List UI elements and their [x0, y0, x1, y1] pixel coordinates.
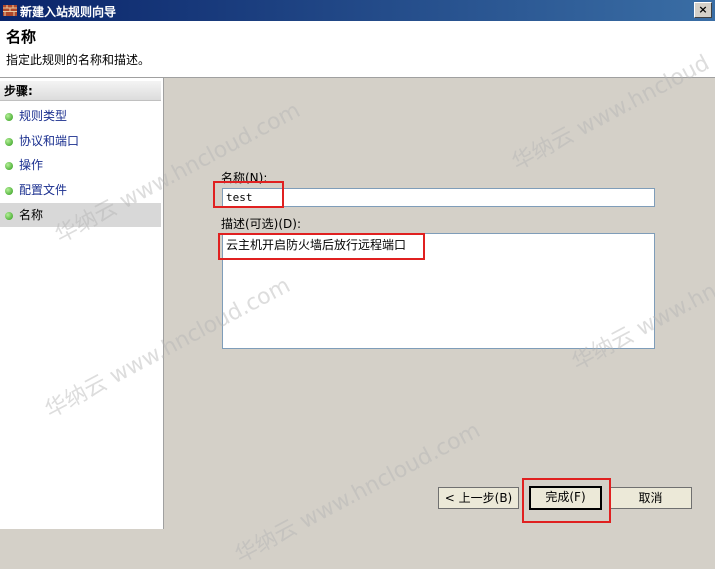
- steps-title: 步骤:: [0, 81, 161, 101]
- step-label: 协议和端口: [19, 134, 80, 148]
- step-dot-icon: [5, 138, 13, 146]
- steps-sidebar: 步骤: 规则类型 协议和端口 操作 配置文件 名称: [0, 78, 164, 529]
- back-button[interactable]: < 上一步(B): [438, 487, 519, 509]
- step-dot-icon: [5, 212, 13, 220]
- description-textarea[interactable]: 云主机开启防火墙后放行远程端口: [222, 233, 655, 349]
- step-profile[interactable]: 配置文件: [0, 178, 161, 202]
- wizard-header: 名称 指定此规则的名称和描述。: [0, 21, 715, 78]
- step-label: 操作: [19, 158, 44, 172]
- name-input[interactable]: test: [222, 188, 655, 207]
- step-dot-icon: [5, 187, 13, 195]
- cancel-button[interactable]: 取消: [609, 487, 692, 509]
- step-label: 名称: [19, 208, 44, 222]
- firewall-icon: [3, 5, 17, 16]
- step-action[interactable]: 操作: [0, 153, 161, 177]
- title-bar: 新建入站规则向导 ×: [0, 0, 715, 21]
- step-rule-type[interactable]: 规则类型: [0, 104, 161, 128]
- finish-button[interactable]: 完成(F): [529, 486, 602, 510]
- name-label: 名称(N):: [221, 171, 268, 185]
- close-button[interactable]: ×: [694, 2, 712, 18]
- page-description: 指定此规则的名称和描述。: [6, 53, 151, 67]
- step-label: 配置文件: [19, 183, 68, 197]
- step-dot-icon: [5, 113, 13, 121]
- step-dot-icon: [5, 162, 13, 170]
- window-title: 新建入站规则向导: [20, 5, 117, 19]
- step-label: 规则类型: [19, 109, 68, 123]
- page-title: 名称: [6, 28, 37, 46]
- step-protocol-ports[interactable]: 协议和端口: [0, 129, 161, 153]
- description-label: 描述(可选)(D):: [221, 217, 302, 231]
- step-name[interactable]: 名称: [0, 203, 161, 227]
